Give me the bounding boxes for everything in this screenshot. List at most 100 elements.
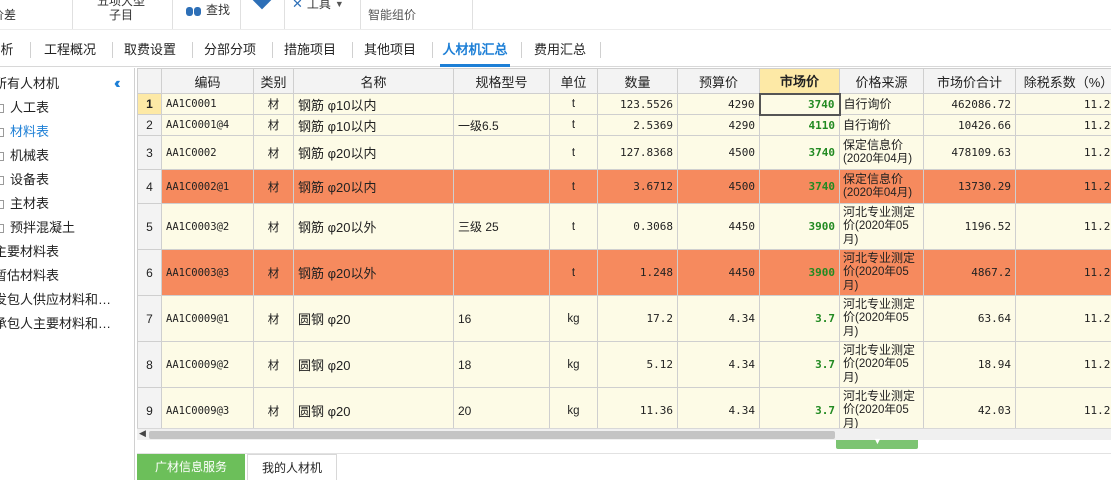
unit-cell[interactable]: t bbox=[549, 203, 598, 250]
name-cell[interactable]: 钢筋 φ10以内 bbox=[293, 93, 454, 115]
category-cell[interactable]: 材 bbox=[253, 114, 294, 136]
market-price-cell[interactable]: 4110 bbox=[759, 114, 840, 136]
market-price-cell[interactable]: 3900 bbox=[759, 203, 840, 250]
tree-item-labor[interactable]: 人工表 bbox=[0, 96, 49, 120]
quantity-cell[interactable]: 127.8368 bbox=[597, 135, 678, 170]
market-price-cell[interactable]: 3740 bbox=[758, 92, 841, 116]
code-cell[interactable]: AA1C0003@2 bbox=[161, 203, 254, 250]
table-row[interactable]: 4 AA1C0002@1 材钢筋 φ20以内 t 3.6712 4500 3740 保定信息价… bbox=[137, 169, 1111, 204]
table-row[interactable]: 8 AA1C0009@2 材圆钢 φ20 18 kg 5.12 4.34 3.7 河北专业测定价… bbox=[137, 341, 1111, 388]
name-cell[interactable]: 钢筋 φ20以内 bbox=[293, 135, 454, 170]
table-row[interactable]: 3 AA1C0002 材钢筋 φ20以内 t 127.8368 4500 3740 保定信息价… bbox=[137, 135, 1111, 170]
tab-sections[interactable]: 分部分项 bbox=[196, 33, 264, 67]
price-source-cell[interactable]: 保定信息价(2020年04月) bbox=[839, 135, 924, 170]
tab-my-materials[interactable]: 我的人材机 bbox=[247, 454, 337, 480]
tab-measures[interactable]: 措施项目 bbox=[276, 33, 344, 67]
name-cell[interactable]: 圆钢 φ20 bbox=[293, 341, 454, 388]
name-cell[interactable]: 钢筋 φ10以内 bbox=[293, 114, 454, 136]
tax-coefficient-cell[interactable]: 11.28 bbox=[1015, 249, 1111, 296]
unit-cell[interactable]: kg bbox=[549, 295, 598, 342]
spec-cell[interactable] bbox=[453, 249, 550, 296]
spec-cell[interactable]: 三级 25 bbox=[453, 203, 550, 250]
tree-item-ready-mixed-concrete[interactable]: 预拌混凝土 bbox=[0, 216, 75, 240]
spec-cell[interactable]: 16 bbox=[453, 295, 550, 342]
price-source-cell[interactable]: 河北专业测定价(2020年05月) bbox=[839, 341, 924, 388]
code-cell[interactable]: AA1C0009@3 bbox=[161, 387, 254, 428]
quantity-cell[interactable]: 2.5369 bbox=[597, 114, 678, 136]
column-header-market-price[interactable]: 市场价 bbox=[759, 68, 840, 94]
spec-cell[interactable] bbox=[453, 169, 550, 204]
market-total-cell[interactable]: 478109.63 bbox=[923, 135, 1016, 170]
smart-pricing-button[interactable]: . 智能组价 bbox=[368, 0, 416, 22]
blue-diamond-button[interactable] bbox=[248, 0, 278, 12]
spec-cell[interactable]: 一级6.5 bbox=[453, 114, 550, 136]
scrollbar-thumb[interactable] bbox=[149, 431, 835, 439]
panel-toggle-handle[interactable]: ▼ bbox=[836, 436, 918, 449]
budget-price-cell[interactable]: 4450 bbox=[677, 249, 760, 296]
unit-cell[interactable]: t bbox=[549, 93, 598, 115]
code-cell[interactable]: AA1C0009@1 bbox=[161, 295, 254, 342]
market-price-cell[interactable]: 3900 bbox=[759, 249, 840, 296]
code-cell[interactable]: AA1C0002 bbox=[161, 135, 254, 170]
category-cell[interactable]: 材 bbox=[253, 203, 294, 250]
name-cell[interactable]: 钢筋 φ20以外 bbox=[293, 203, 454, 250]
tree-item-machinery[interactable]: 机械表 bbox=[0, 144, 49, 168]
budget-price-cell[interactable]: 4500 bbox=[677, 169, 760, 204]
code-cell[interactable]: AA1C0001@4 bbox=[161, 114, 254, 136]
column-header-market-total[interactable]: 市场价合计 bbox=[923, 68, 1016, 94]
category-cell[interactable]: 材 bbox=[253, 249, 294, 296]
column-header-category[interactable]: 类别 bbox=[253, 68, 294, 94]
price-diff-button[interactable]: . 价差 bbox=[0, 0, 16, 22]
category-cell[interactable]: 材 bbox=[253, 93, 294, 115]
budget-price-cell[interactable]: 4290 bbox=[677, 93, 760, 115]
table-row[interactable]: 6 AA1C0003@3 材钢筋 φ20以外 t 1.248 4450 3900 河北专业测定… bbox=[137, 249, 1111, 296]
market-total-cell[interactable]: 13730.29 bbox=[923, 169, 1016, 204]
tax-coefficient-cell[interactable]: 11.28 bbox=[1015, 135, 1111, 170]
tree-item-major-materials[interactable]: 主要材料表 bbox=[0, 240, 59, 264]
market-price-cell[interactable]: 3.7 bbox=[759, 341, 840, 388]
unit-cell[interactable]: t bbox=[549, 249, 598, 296]
column-header-code[interactable]: 编码 bbox=[161, 68, 254, 94]
tab-other-items[interactable]: 其他项目 bbox=[356, 33, 424, 67]
category-cell[interactable]: 材 bbox=[253, 169, 294, 204]
code-cell[interactable]: AA1C0003@3 bbox=[161, 249, 254, 296]
budget-price-cell[interactable]: 4450 bbox=[677, 203, 760, 250]
quantity-cell[interactable]: 3.6712 bbox=[597, 169, 678, 204]
tax-coefficient-cell[interactable]: 11.28 bbox=[1015, 169, 1111, 204]
price-source-cell[interactable]: 河北专业测定价(2020年05月) bbox=[839, 387, 924, 428]
market-price-cell[interactable]: 3740 bbox=[759, 169, 840, 204]
quantity-cell[interactable]: 5.12 bbox=[597, 341, 678, 388]
tax-coefficient-cell[interactable]: 11.28 bbox=[1015, 341, 1111, 388]
category-cell[interactable]: 材 bbox=[253, 135, 294, 170]
tree-item-materials[interactable]: 材料表 bbox=[0, 120, 49, 144]
table-row[interactable]: 9 AA1C0009@3 材圆钢 φ20 20 kg 11.36 4.34 3.7 河北专业测定… bbox=[137, 387, 1111, 428]
tree-item-contractor-main[interactable]: 承包人主要材料和… bbox=[0, 312, 111, 336]
name-cell[interactable]: 钢筋 φ20以内 bbox=[293, 169, 454, 204]
category-cell[interactable]: 材 bbox=[253, 387, 294, 428]
tab-cost-summary[interactable]: 费用汇总 bbox=[526, 33, 594, 67]
budget-price-cell[interactable]: 4.34 bbox=[677, 295, 760, 342]
tab-guangcai-info-service[interactable]: 广材信息服务 bbox=[137, 454, 245, 480]
name-cell[interactable]: 圆钢 φ20 bbox=[293, 387, 454, 428]
tab-project-overview[interactable]: 工程概况 bbox=[36, 33, 104, 67]
quantity-cell[interactable]: 1.248 bbox=[597, 249, 678, 296]
column-header-budget-price[interactable]: 预算价 bbox=[677, 68, 760, 94]
quantity-cell[interactable]: 0.3068 bbox=[597, 203, 678, 250]
budget-price-cell[interactable]: 4290 bbox=[677, 114, 760, 136]
code-cell[interactable]: AA1C0009@2 bbox=[161, 341, 254, 388]
market-price-cell[interactable]: 3740 bbox=[759, 135, 840, 170]
spec-cell[interactable] bbox=[453, 93, 550, 115]
spec-cell[interactable]: 20 bbox=[453, 387, 550, 428]
column-header-unit[interactable]: 单位 bbox=[549, 68, 598, 94]
price-source-cell[interactable]: 自行询价 bbox=[839, 114, 924, 136]
table-row[interactable]: 5 AA1C0003@2 材钢筋 φ20以外 三级 25 t 0.3068 4450 3900… bbox=[137, 203, 1111, 250]
price-source-cell[interactable]: 自行询价 bbox=[839, 93, 924, 115]
budget-price-cell[interactable]: 4.34 bbox=[677, 341, 760, 388]
market-price-cell[interactable]: 3.7 bbox=[759, 387, 840, 428]
unit-cell[interactable]: t bbox=[549, 114, 598, 136]
budget-price-cell[interactable]: 4.34 bbox=[677, 387, 760, 428]
tax-coefficient-cell[interactable]: 11.28 bbox=[1015, 295, 1111, 342]
unit-cell[interactable]: t bbox=[549, 169, 598, 204]
category-cell[interactable]: 材 bbox=[253, 295, 294, 342]
spec-cell[interactable]: 18 bbox=[453, 341, 550, 388]
